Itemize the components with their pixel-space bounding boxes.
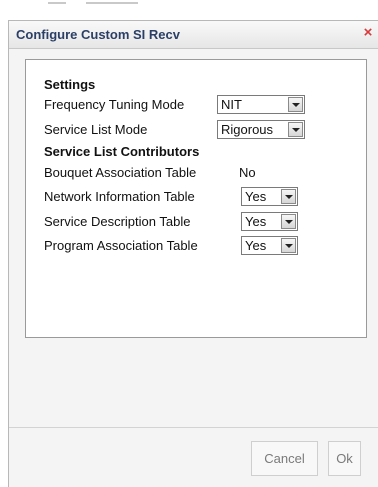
cancel-button[interactable]: Cancel bbox=[251, 441, 318, 476]
ok-button[interactable]: Ok bbox=[328, 441, 361, 476]
program-association-table-value: Yes bbox=[245, 238, 267, 253]
frequency-tuning-mode-label: Frequency Tuning Mode bbox=[44, 97, 185, 112]
settings-panel: Settings Frequency Tuning Mode NIT Servi… bbox=[25, 59, 367, 338]
settings-heading: Settings bbox=[44, 77, 96, 92]
service-list-mode-value: Rigorous bbox=[221, 122, 274, 137]
frequency-tuning-mode-select[interactable]: NIT bbox=[217, 95, 305, 114]
footer-divider bbox=[9, 427, 378, 428]
configure-dialog: Configure Custom SI Recv × Settings Freq… bbox=[8, 20, 378, 487]
network-information-table-label: Network Information Table bbox=[44, 189, 195, 204]
chevron-down-icon[interactable] bbox=[281, 238, 296, 253]
network-information-table-select[interactable]: Yes bbox=[241, 187, 298, 206]
background-strip bbox=[0, 0, 378, 20]
service-description-table-label: Service Description Table bbox=[44, 214, 191, 229]
close-icon[interactable]: × bbox=[360, 24, 376, 42]
frequency-tuning-mode-value: NIT bbox=[221, 97, 242, 112]
program-association-table-label: Program Association Table bbox=[44, 238, 198, 253]
service-description-table-select[interactable]: Yes bbox=[241, 212, 298, 231]
chevron-down-icon[interactable] bbox=[281, 214, 296, 229]
dialog-title: Configure Custom SI Recv bbox=[16, 27, 180, 42]
chevron-down-icon[interactable] bbox=[281, 189, 296, 204]
network-information-table-value: Yes bbox=[245, 189, 267, 204]
bouquet-association-table-value: No bbox=[239, 165, 256, 180]
chevron-down-icon[interactable] bbox=[288, 122, 303, 137]
dialog-titlebar: Configure Custom SI Recv × bbox=[9, 21, 378, 49]
background-fragment bbox=[48, 2, 66, 4]
bouquet-association-table-label: Bouquet Association Table bbox=[44, 165, 197, 180]
service-description-table-value: Yes bbox=[245, 214, 267, 229]
chevron-down-icon[interactable] bbox=[288, 97, 303, 112]
service-list-contributors-heading: Service List Contributors bbox=[44, 144, 200, 159]
service-list-mode-select[interactable]: Rigorous bbox=[217, 120, 305, 139]
background-fragment bbox=[86, 2, 138, 4]
service-list-mode-label: Service List Mode bbox=[44, 122, 148, 137]
program-association-table-select[interactable]: Yes bbox=[241, 236, 298, 255]
